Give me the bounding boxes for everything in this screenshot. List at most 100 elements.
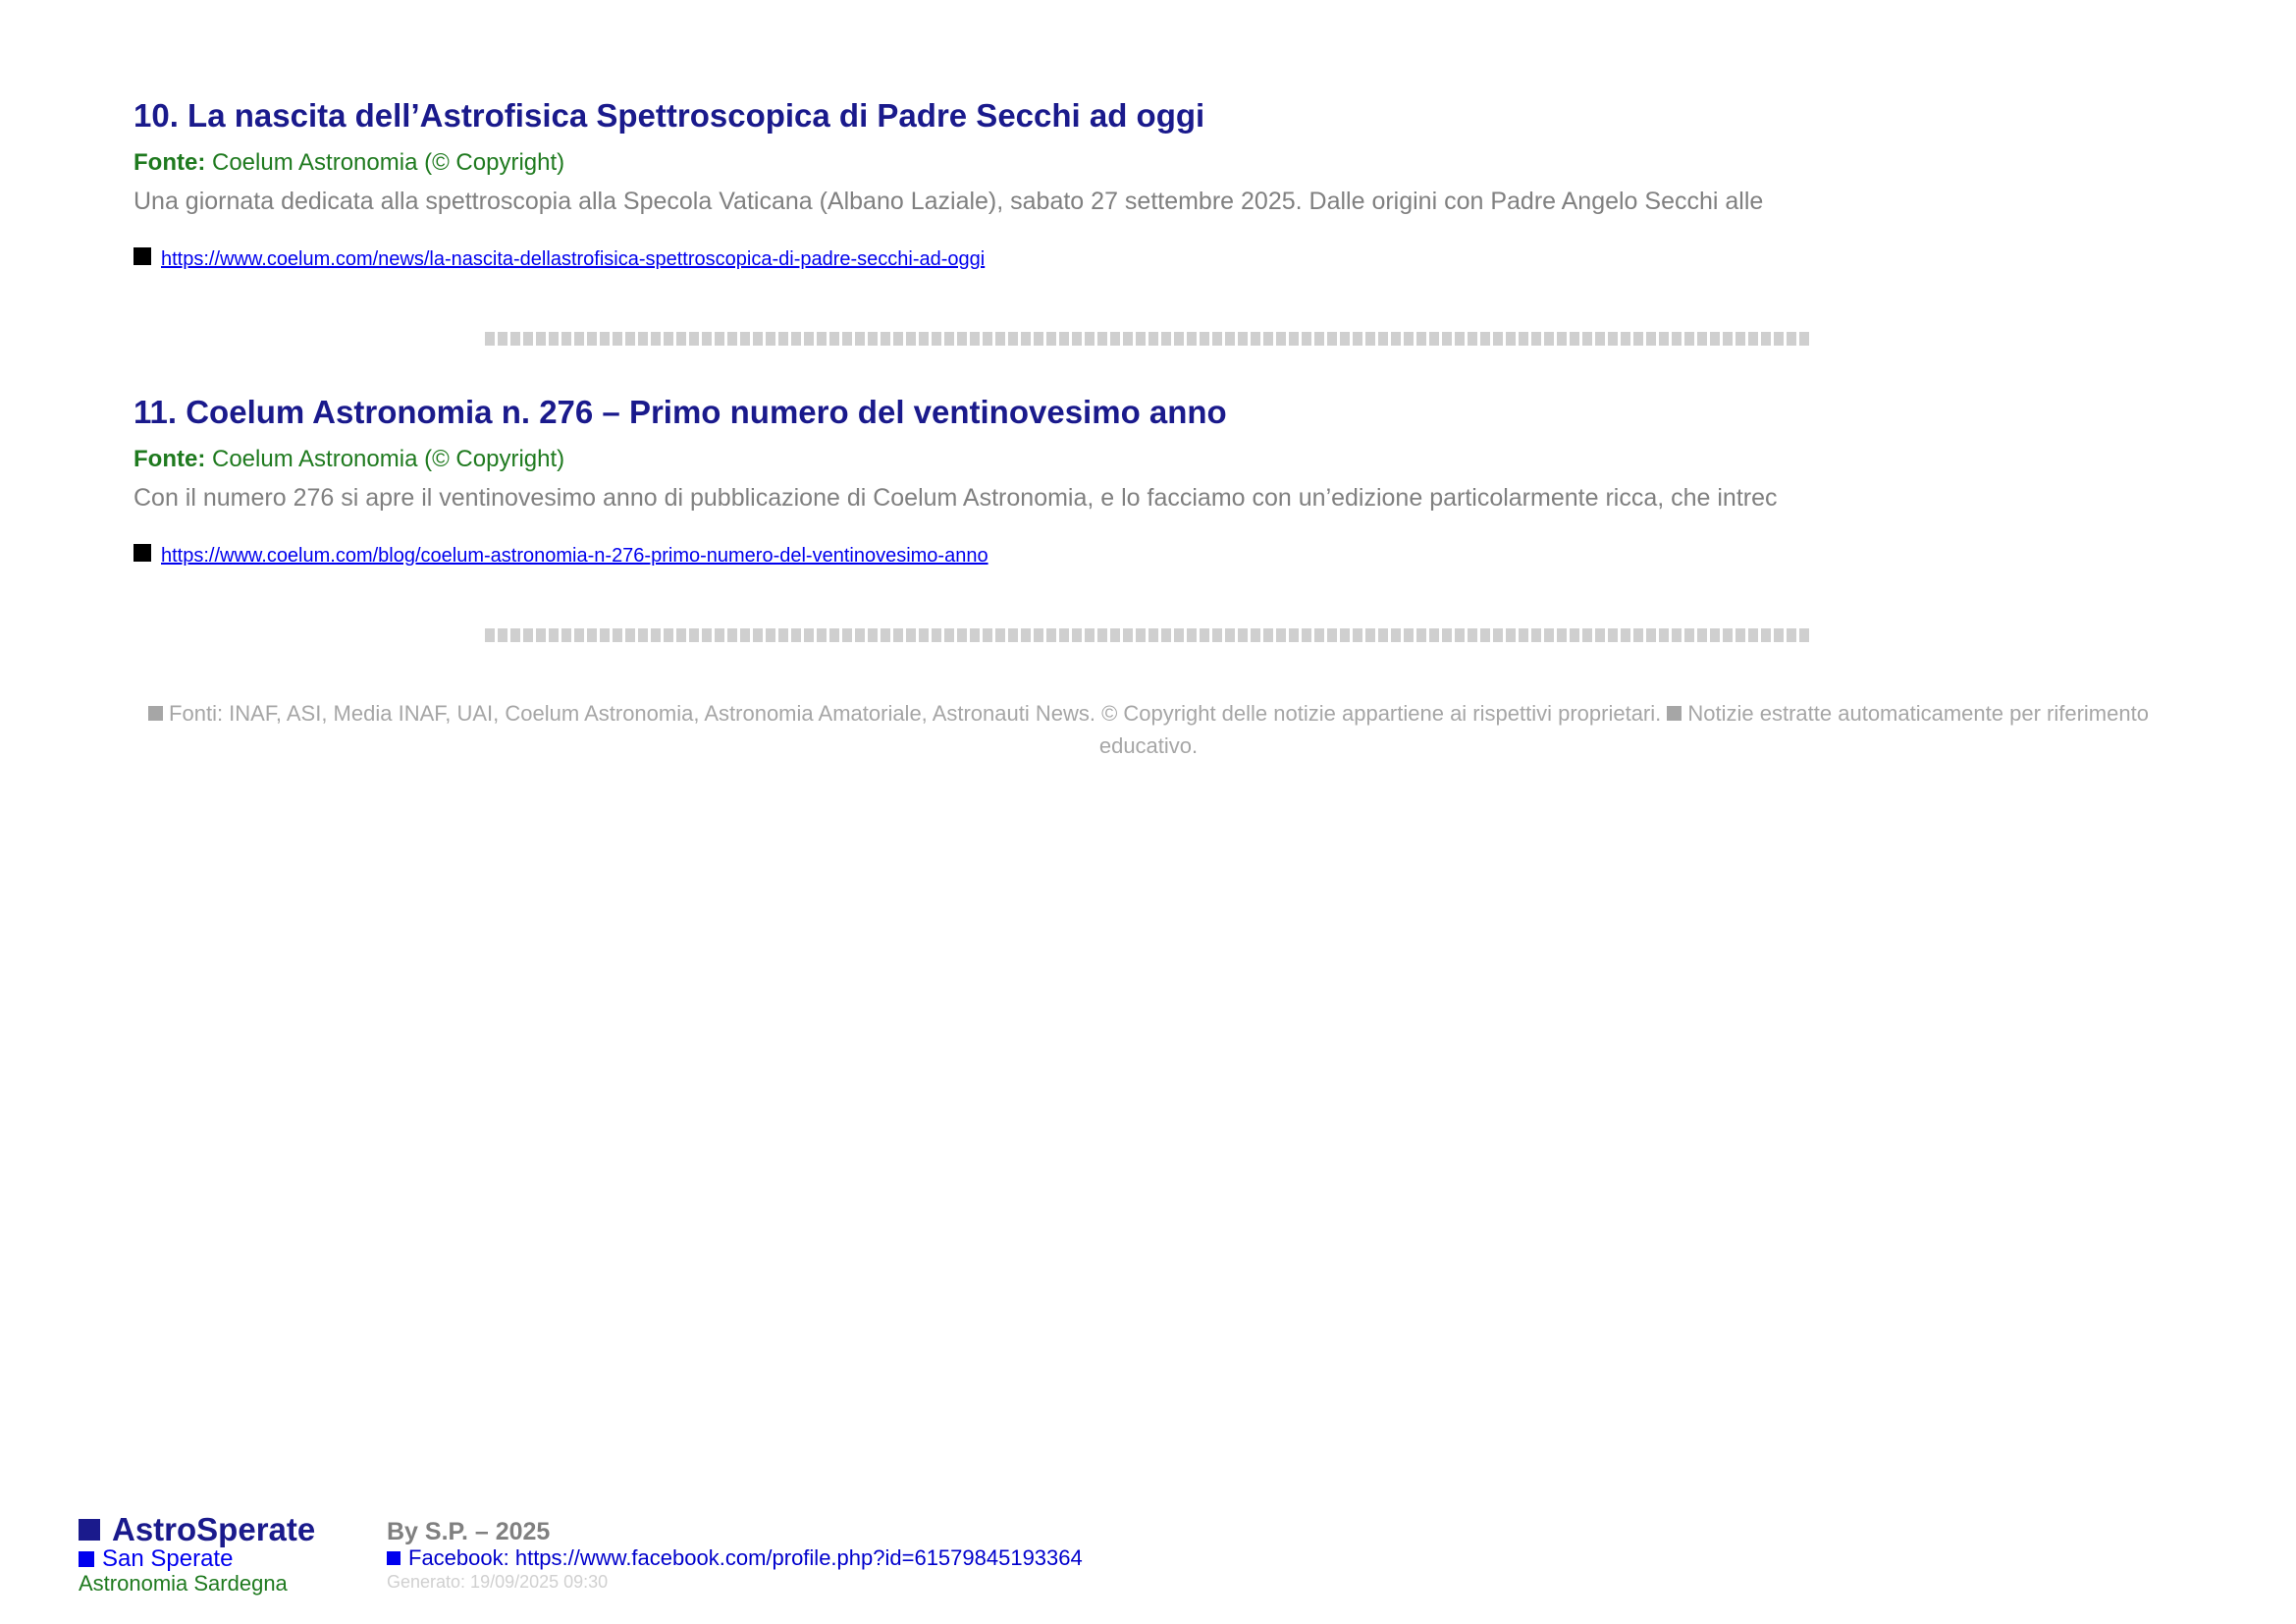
separator-square-icon <box>1008 332 1018 346</box>
facebook-link[interactable]: Facebook: https://www.facebook.com/profi… <box>408 1545 1083 1571</box>
separator-square-icon <box>740 628 750 642</box>
separator-square-icon <box>1340 332 1350 346</box>
separator-square-icon <box>1416 332 1426 346</box>
separator-square-icon <box>1110 628 1120 642</box>
separator-square-icon <box>485 628 495 642</box>
separator-square-icon <box>1519 628 1528 642</box>
separator-square-icon <box>829 628 839 642</box>
brand-title: AstroSperate <box>112 1511 316 1547</box>
separator-square-icon <box>676 628 686 642</box>
separator-square-icon <box>1519 332 1528 346</box>
separator-square-icon <box>1225 332 1235 346</box>
separator-square-icon <box>1633 332 1643 346</box>
separator-square-icon <box>855 628 865 642</box>
separator-square-icon <box>778 332 788 346</box>
separator-square-icon <box>1646 628 1656 642</box>
separator-square-icon <box>1251 628 1260 642</box>
separator-square-icon <box>893 628 903 642</box>
separator-square-icon <box>1263 628 1273 642</box>
brand-subtitle-row: San Sperate <box>79 1547 373 1571</box>
separator-square-icon <box>549 332 559 346</box>
separator-square-icon <box>1774 332 1784 346</box>
separator-square-icon <box>1200 628 1209 642</box>
separator-square-icon <box>1480 628 1490 642</box>
separator-square-icon <box>1302 628 1311 642</box>
separator-square-icon <box>587 332 597 346</box>
separator-square-icon <box>906 628 916 642</box>
article-summary: Una giornata dedicata alla spettroscopia… <box>133 188 1764 215</box>
separator-square-icon <box>1225 628 1235 642</box>
link-bullet-icon <box>133 247 151 265</box>
separator-square-icon <box>1684 628 1694 642</box>
separator-square-icon <box>1774 628 1784 642</box>
separator-square-icon <box>1570 628 1579 642</box>
separator-square-icon <box>829 332 839 346</box>
separator-square-icon <box>1595 332 1605 346</box>
separator-square-icon <box>1672 628 1682 642</box>
separator-square-icon <box>1391 332 1401 346</box>
separator-square-icon <box>1378 628 1388 642</box>
separator-square-icon <box>1097 628 1107 642</box>
separator-square-icon <box>625 332 635 346</box>
separator-square-icon <box>1442 628 1452 642</box>
separator-square-icon <box>1697 332 1707 346</box>
section-separator <box>485 628 1816 642</box>
article-summary: Con il numero 276 si apre il ventinovesi… <box>133 484 1778 512</box>
separator-square-icon <box>498 332 507 346</box>
separator-square-icon <box>651 628 661 642</box>
separator-square-icon <box>1582 332 1592 346</box>
article-link[interactable]: https://www.coelum.com/blog/coelum-astro… <box>161 542 988 569</box>
separator-square-icon <box>1748 628 1758 642</box>
separator-square-icon <box>523 628 533 642</box>
brand-tagline: Astronomia Sardegna <box>79 1571 288 1596</box>
separator-square-icon <box>1008 628 1018 642</box>
separator-square-icon <box>600 628 610 642</box>
separator-square-icon <box>1353 332 1362 346</box>
separator-square-icon <box>1659 332 1669 346</box>
source-label: Fonte: <box>133 446 206 472</box>
section-separator <box>485 332 1816 346</box>
separator-square-icon <box>791 628 801 642</box>
separator-square-icon <box>1391 628 1401 642</box>
separator-square-icon <box>689 332 699 346</box>
separator-square-icon <box>1161 332 1171 346</box>
separator-square-icon <box>868 332 878 346</box>
separator-square-icon <box>510 332 520 346</box>
separator-square-icon <box>727 332 737 346</box>
separator-square-icon <box>1595 628 1605 642</box>
separator-square-icon <box>1404 628 1414 642</box>
separator-square-icon <box>1021 628 1031 642</box>
separator-square-icon <box>1340 628 1350 642</box>
facebook-row[interactable]: Facebook: https://www.facebook.com/profi… <box>387 1545 1270 1571</box>
separator-square-icon <box>1085 628 1095 642</box>
separator-square-icon <box>944 628 954 642</box>
separator-square-icon <box>651 332 661 346</box>
separator-square-icon <box>970 332 980 346</box>
separator-square-icon <box>523 332 533 346</box>
article-item: 10. La nascita dell’Astrofisica Spettros… <box>133 94 2175 273</box>
separator-square-icon <box>1085 332 1095 346</box>
separator-square-icon <box>791 332 801 346</box>
separator-square-icon <box>753 332 763 346</box>
square-bullet-icon <box>148 706 164 721</box>
separator-square-icon <box>932 628 941 642</box>
separator-square-icon <box>1110 332 1120 346</box>
generated-timestamp: Generato: 19/09/2025 09:30 <box>387 1572 609 1592</box>
article-source: Fonte: Coelum Astronomia (© Copyright) <box>133 444 2175 475</box>
separator-square-icon <box>1327 628 1337 642</box>
separator-square-icon <box>1723 628 1733 642</box>
separator-square-icon <box>1200 332 1209 346</box>
separator-square-icon <box>1646 332 1656 346</box>
separator-square-icon <box>842 332 852 346</box>
separator-square-icon <box>766 628 775 642</box>
article-link[interactable]: https://www.coelum.com/news/la-nascita-d… <box>161 245 985 273</box>
separator-square-icon <box>498 628 507 642</box>
facebook-square-icon <box>387 1551 400 1565</box>
article-link-row: https://www.coelum.com/blog/coelum-astro… <box>133 542 2175 569</box>
separator-square-icon <box>906 332 916 346</box>
separator-square-icon <box>1531 628 1541 642</box>
separator-square-icon <box>1059 628 1069 642</box>
separator-square-icon <box>1621 628 1630 642</box>
separator-square-icon <box>842 628 852 642</box>
separator-square-icon <box>1710 332 1720 346</box>
